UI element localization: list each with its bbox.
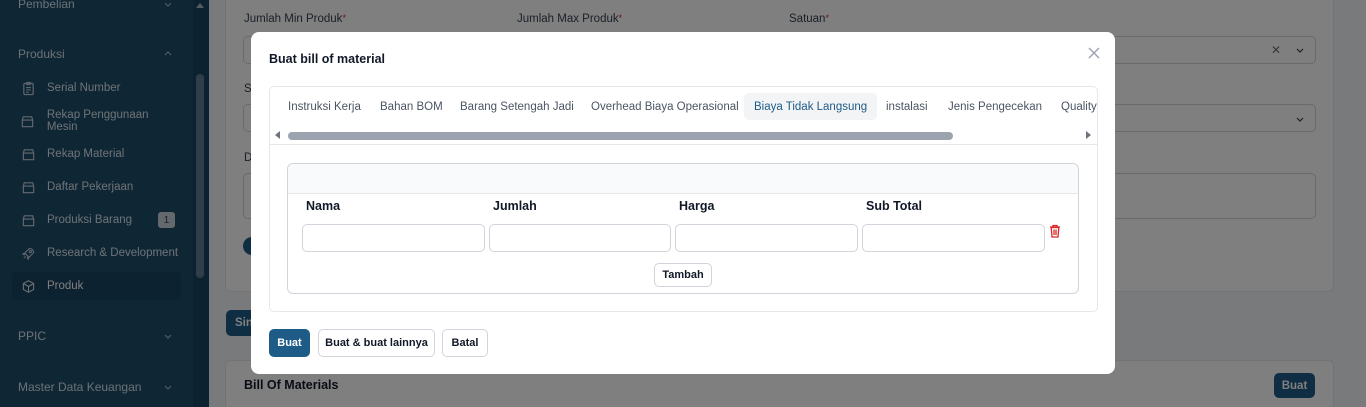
create-bom-modal: Buat bill of material Instruksi Kerja Ba…: [251, 32, 1115, 374]
add-row-button[interactable]: Tambah: [654, 263, 712, 287]
column-header-jumlah: Jumlah: [493, 199, 537, 213]
indirect-cost-repeater: Nama Jumlah Harga Sub Total Tambah: [287, 163, 1079, 294]
nama-input[interactable]: [302, 224, 485, 252]
close-icon[interactable]: [1087, 46, 1101, 60]
cancel-button[interactable]: Batal: [442, 329, 488, 357]
scroll-left-arrow-icon[interactable]: [275, 131, 280, 139]
tab-list: Instruksi Kerja Bahan BOM Barang Setenga…: [270, 93, 1097, 121]
tab-barang-setengah-jadi[interactable]: Barang Setengah Jadi: [450, 93, 584, 120]
column-header-harga: Harga: [679, 199, 715, 213]
sub-total-input[interactable]: [862, 224, 1045, 252]
divider: [270, 144, 1097, 145]
tab-instruksi-kerja[interactable]: Instruksi Kerja: [278, 93, 371, 120]
repeater-item-header: [288, 164, 1078, 194]
column-header-sub-total: Sub Total: [866, 199, 923, 213]
tabs-container: Instruksi Kerja Bahan BOM Barang Setenga…: [269, 86, 1098, 312]
create-and-new-button[interactable]: Buat & buat lainnya: [318, 329, 435, 357]
scroll-right-arrow-icon[interactable]: [1086, 131, 1091, 139]
modal-title: Buat bill of material: [269, 52, 385, 66]
create-button[interactable]: Buat: [269, 329, 310, 357]
tab-jenis-pengecekan[interactable]: Jenis Pengecekan: [938, 93, 1052, 120]
tab-quality[interactable]: Quality: [1051, 93, 1097, 120]
trash-icon[interactable]: [1049, 224, 1063, 240]
tab-overhead-biaya-operasional[interactable]: Overhead Biaya Operasional: [581, 93, 749, 120]
tab-biaya-tidak-langsung[interactable]: Biaya Tidak Langsung: [744, 93, 878, 120]
tabs-scrollbar[interactable]: [270, 129, 1097, 141]
tab-instalasi[interactable]: instalasi: [876, 93, 938, 120]
jumlah-input[interactable]: [489, 224, 671, 252]
tab-bahan-bom[interactable]: Bahan BOM: [370, 93, 453, 120]
scrollbar-thumb[interactable]: [288, 132, 953, 140]
harga-input[interactable]: [675, 224, 858, 252]
column-header-nama: Nama: [306, 199, 341, 213]
